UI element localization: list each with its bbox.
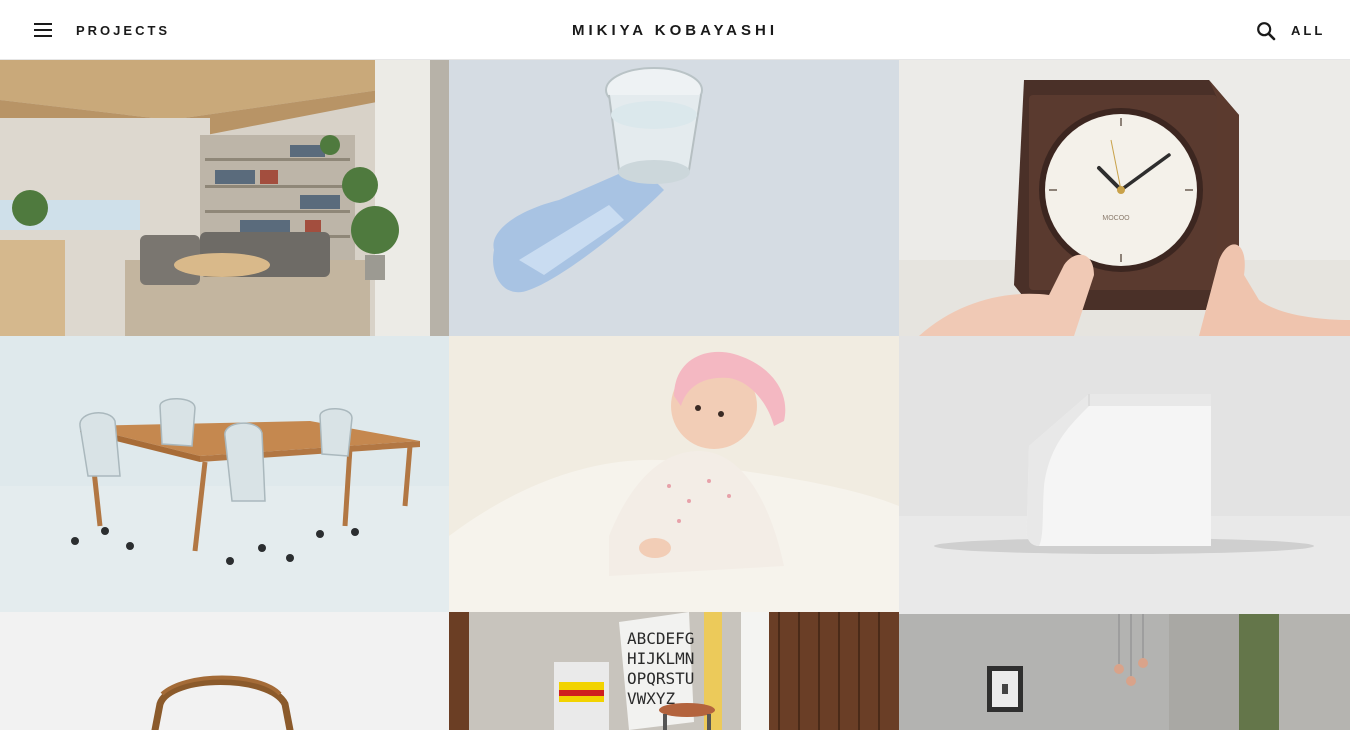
brand-link[interactable]: MIKIYA KOBAYASHI xyxy=(572,22,778,39)
white-box-image xyxy=(899,336,1350,614)
living-room-image xyxy=(0,60,449,336)
project-tile-wooden-chair[interactable] xyxy=(0,612,449,730)
poster-line-3: OPQRSTU xyxy=(627,669,694,688)
site-brand: MIKIYA KOBAYASHI xyxy=(0,22,1350,39)
project-tile-bedroom[interactable] xyxy=(899,614,1350,730)
project-tile-clock[interactable]: MOCOO xyxy=(899,60,1350,336)
project-tile-living-room[interactable] xyxy=(0,60,449,336)
poster-line-1: ABCDEFG xyxy=(627,629,694,648)
baby-helmet-image xyxy=(449,336,899,612)
project-tile-alphabet-poster[interactable]: ABCDEFG HIJKLMN OPQRSTU VWXYZ xyxy=(449,612,899,730)
project-grid: MOCOO ABCDEFG HIJKLMN OPQRSTU VWXYZ xyxy=(0,60,1350,730)
water-glass-image xyxy=(449,60,899,336)
clock-image: MOCOO xyxy=(899,60,1350,336)
project-tile-meeting-table[interactable] xyxy=(0,336,449,612)
project-tile-water-glass[interactable] xyxy=(449,60,899,336)
project-tile-baby-helmet[interactable] xyxy=(449,336,899,612)
search-icon[interactable] xyxy=(1256,21,1276,41)
clock-brand-text: MOCOO xyxy=(1102,215,1130,222)
filter-all-link[interactable]: ALL xyxy=(1291,23,1325,38)
meeting-table-image xyxy=(0,336,449,612)
wooden-chair-image xyxy=(0,612,449,730)
poster-line-2: HIJKLMN xyxy=(627,649,694,668)
site-header: PROJECTS MIKIYA KOBAYASHI ALL xyxy=(0,0,1350,60)
alphabet-poster-image: ABCDEFG HIJKLMN OPQRSTU VWXYZ xyxy=(449,612,899,730)
project-tile-white-box[interactable] xyxy=(899,336,1350,614)
bedroom-image xyxy=(899,614,1350,730)
